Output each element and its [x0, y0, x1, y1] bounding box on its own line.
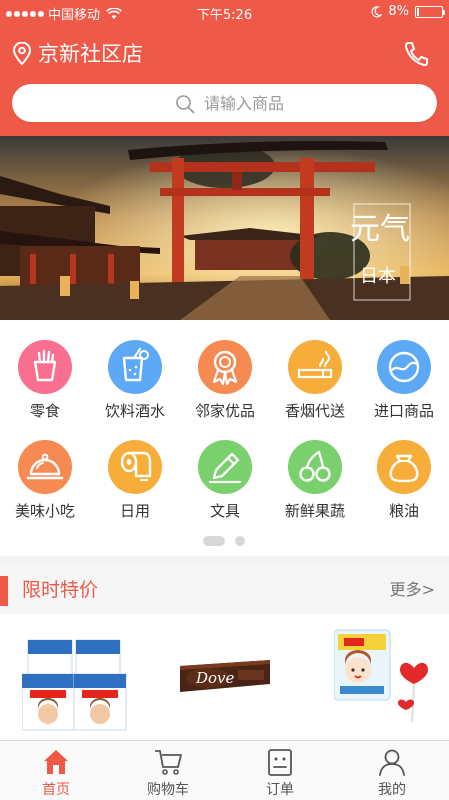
- store-name[interactable]: 京新社区店: [38, 41, 143, 67]
- battery-percent: 8%: [388, 4, 409, 19]
- drink-cup-icon: [108, 340, 162, 394]
- bottom-tab-bar: 首页 购物车 订单 我的: [0, 740, 449, 800]
- category-drinks[interactable]: 饮料酒水: [90, 320, 180, 420]
- category-label: 美味小吃: [14, 502, 75, 520]
- tab-label: 首页: [42, 782, 70, 798]
- globe-icon: [377, 340, 431, 394]
- tab-label: 我的: [378, 782, 406, 798]
- battery-icon: [415, 5, 445, 18]
- flash-sale-header: 限时特价 更多>: [0, 566, 449, 614]
- food-cloche-icon: [18, 440, 72, 494]
- store-row: 京新社区店: [0, 36, 449, 72]
- category-label: 粮油: [388, 502, 419, 520]
- category-imported[interactable]: 进口商品: [359, 320, 449, 420]
- search-box[interactable]: [12, 84, 437, 122]
- user-icon: [379, 749, 405, 776]
- dove-product-image: Dove: [180, 660, 270, 692]
- category-fresh-produce[interactable]: 新鲜果蔬: [270, 420, 360, 520]
- dove-logo-text: Dove: [195, 669, 235, 687]
- banner-subtitle: 日本: [360, 266, 396, 287]
- flash-sale-title: 限时特价: [22, 579, 99, 601]
- category-stationery[interactable]: 文具: [180, 420, 270, 520]
- product-dove-chocolate[interactable]: Dove: [178, 658, 272, 698]
- moon-icon: [371, 5, 383, 17]
- category-neighbor-picks[interactable]: 邻家优品: [180, 320, 270, 420]
- pencil-icon: [198, 440, 252, 494]
- tab-profile[interactable]: 我的: [336, 741, 448, 800]
- category-grid: 零食 饮料酒水 邻家优品 香烟代送 进口商品 美味小吃 日用 文具 新鲜果蔬 粮…: [0, 320, 449, 556]
- category-label: 新鲜果蔬: [284, 502, 345, 520]
- page-dot: [235, 536, 245, 546]
- section-divider: [0, 556, 449, 566]
- category-daily-use[interactable]: 日用: [90, 420, 180, 520]
- battery-fill: [417, 7, 419, 16]
- category-tasty-snacks[interactable]: 美味小吃: [0, 420, 90, 520]
- category-label: 香烟代送: [284, 402, 345, 420]
- tab-home[interactable]: 首页: [0, 741, 112, 800]
- banner-title: 元气: [350, 212, 410, 247]
- cart-icon: [155, 750, 182, 775]
- home-icon: [44, 750, 68, 774]
- category-snacks[interactable]: 零食: [0, 320, 90, 420]
- tab-label: 购物车: [147, 782, 189, 798]
- category-label: 日用: [119, 502, 150, 520]
- location-pin-icon: [12, 42, 32, 66]
- header: 中国移动 下午5:26 8% 京新社区店: [0, 0, 449, 136]
- french-fries-icon: [18, 340, 72, 394]
- cherry-icon: [288, 440, 342, 494]
- award-medal-icon: [198, 340, 252, 394]
- product-kinder-chocolate[interactable]: [21, 634, 127, 738]
- tab-cart[interactable]: 购物车: [112, 741, 224, 800]
- category-label: 零食: [29, 402, 60, 420]
- flash-sale-products: Dove: [0, 614, 449, 740]
- more-link[interactable]: 更多>: [390, 578, 435, 602]
- search-input[interactable]: [204, 84, 404, 122]
- search-icon: [176, 95, 195, 114]
- tab-label: 订单: [266, 782, 294, 798]
- phone-icon[interactable]: [403, 40, 429, 68]
- grain-sack-icon: [377, 440, 431, 494]
- section-accent-bar: [0, 576, 8, 606]
- tab-orders[interactable]: 订单: [224, 741, 336, 800]
- status-right: 8%: [370, 4, 445, 19]
- category-pagination: [203, 536, 245, 546]
- toilet-paper-icon: [108, 440, 162, 494]
- kinder-product-image: [21, 639, 127, 731]
- order-icon: [268, 749, 292, 776]
- product-peko-lollipop[interactable]: [333, 622, 434, 730]
- lollipop-product-image: [333, 629, 428, 723]
- category-label: 进口商品: [373, 402, 434, 420]
- category-grain-oil[interactable]: 粮油: [359, 420, 449, 520]
- category-label: 邻家优品: [194, 402, 255, 420]
- category-label: 文具: [209, 502, 240, 520]
- category-cigarettes[interactable]: 香烟代送: [270, 320, 360, 420]
- category-label: 饮料酒水: [104, 402, 165, 420]
- page-dot-active: [203, 536, 225, 546]
- status-bar: 中国移动 下午5:26 8%: [0, 0, 449, 24]
- cigarette-icon: [288, 340, 342, 394]
